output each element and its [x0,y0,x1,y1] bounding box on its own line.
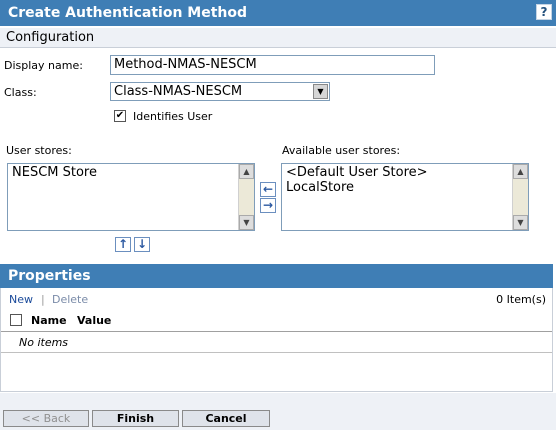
back-button[interactable]: << Back [3,410,89,427]
list-item[interactable]: NESCM Store [12,165,250,180]
table-empty-row: No items [1,333,552,353]
identifies-user-checkbox[interactable]: ✔ [114,110,126,122]
toolbar-separator: | [41,293,45,306]
move-left-button[interactable]: ← [260,182,276,197]
properties-header: Properties [0,264,553,288]
list-item[interactable]: LocalStore [286,180,524,195]
available-user-stores-list[interactable]: <Default User Store> LocalStore ▲ ▼ [281,163,529,231]
move-down-button[interactable]: ↓ [134,237,150,252]
display-name-input[interactable]: Method-NMAS-NESCM [110,55,435,75]
user-stores-label: User stores: [6,144,72,157]
scroll-up-icon[interactable]: ▲ [513,164,528,179]
available-user-stores-label: Available user stores: [282,144,401,157]
new-link[interactable]: New [9,293,33,306]
dialog-title-bar: Create Authentication Method ? [0,0,556,26]
class-select-value: Class-NMAS-NESCM [114,84,243,99]
scroll-down-icon[interactable]: ▼ [513,215,528,230]
configuration-heading: Configuration [6,30,95,45]
class-select[interactable]: Class-NMAS-NESCM ▼ [110,82,330,101]
column-name-header[interactable]: Name [31,314,67,327]
list-item[interactable]: <Default User Store> [286,165,524,180]
table-header: Name Value [1,308,552,332]
display-name-label: Display name: [4,59,83,72]
scroll-down-icon[interactable]: ▼ [239,215,254,230]
move-right-button[interactable]: → [260,198,276,213]
properties-title: Properties [8,268,91,284]
move-up-button[interactable]: ↑ [115,237,131,252]
identifies-user-label: Identifies User [133,110,213,123]
chevron-down-icon[interactable]: ▼ [313,84,328,99]
scrollbar[interactable]: ▲ ▼ [238,164,254,230]
column-value-header[interactable]: Value [77,314,111,327]
help-button[interactable]: ? [536,4,552,20]
delete-link[interactable]: Delete [52,293,88,306]
item-count: 0 Item(s) [496,293,546,306]
finish-button[interactable]: Finish [92,410,179,427]
empty-text: No items [19,336,69,349]
properties-panel: New | Delete 0 Item(s) Name Value No ite… [0,288,553,392]
scrollbar[interactable]: ▲ ▼ [512,164,528,230]
cancel-button[interactable]: Cancel [182,410,270,427]
user-stores-list[interactable]: NESCM Store ▲ ▼ [7,163,255,231]
dialog-title: Create Authentication Method [8,5,248,21]
scroll-up-icon[interactable]: ▲ [239,164,254,179]
configuration-section: Configuration [0,28,556,48]
select-all-checkbox[interactable] [10,314,22,326]
class-label: Class: [4,86,37,99]
